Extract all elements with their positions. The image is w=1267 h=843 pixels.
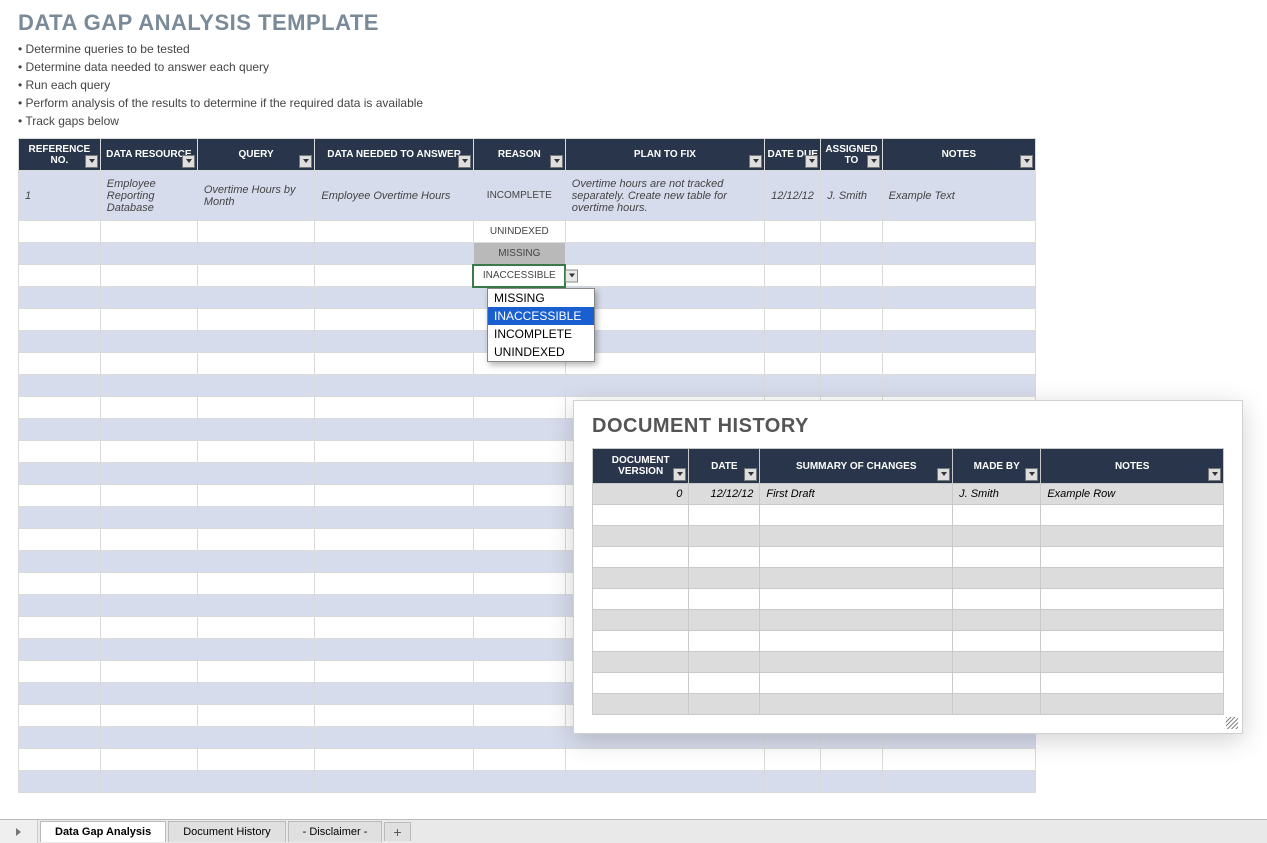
cell-resource[interactable]: Employee Reporting Database — [100, 171, 197, 221]
page-title: DATA GAP ANALYSIS TEMPLATE — [0, 0, 1267, 38]
instructions-list: Determine queries to be tested Determine… — [0, 38, 1267, 138]
cell-query[interactable]: Overtime Hours by Month — [197, 171, 315, 221]
filter-icon[interactable] — [299, 155, 312, 168]
table-row[interactable]: 0 12/12/12 First Draft J. Smith Example … — [593, 484, 1224, 505]
filter-icon[interactable] — [1020, 155, 1033, 168]
dropdown-option[interactable]: INCOMPLETE — [488, 325, 594, 343]
table-row[interactable] — [593, 652, 1224, 673]
bullet-item: Run each query — [18, 76, 1249, 94]
table-row[interactable] — [593, 610, 1224, 631]
tab-disclaimer[interactable]: - Disclaimer - — [288, 821, 383, 842]
filter-icon[interactable] — [937, 468, 950, 481]
cell-notes[interactable]: Example Text — [882, 171, 1035, 221]
header-assigned-to[interactable]: ASSIGNED TO — [821, 139, 882, 171]
history-title: DOCUMENT HISTORY — [592, 415, 1224, 438]
cell-summary[interactable]: First Draft — [760, 484, 953, 505]
cell-plan[interactable]: Overtime hours are not tracked separatel… — [565, 171, 764, 221]
table-row[interactable] — [593, 568, 1224, 589]
bullet-item: Track gaps below — [18, 112, 1249, 130]
cell-date[interactable]: 12/12/12 — [689, 484, 760, 505]
table-row[interactable] — [19, 749, 1036, 771]
reason-dropdown[interactable]: MISSING INACCESSIBLE INCOMPLETE UNINDEXE… — [487, 288, 595, 362]
bullet-item: Determine queries to be tested — [18, 40, 1249, 58]
filter-icon[interactable] — [744, 468, 757, 481]
header-date[interactable]: DATE — [689, 449, 760, 484]
cell-reason-active[interactable]: INACCESSIBLE — [473, 265, 565, 287]
bullet-item: Perform analysis of the results to deter… — [18, 94, 1249, 112]
table-row[interactable] — [19, 771, 1036, 793]
table-row[interactable]: MISSING — [19, 243, 1036, 265]
filter-icon[interactable] — [458, 155, 471, 168]
header-data-needed[interactable]: DATA NEEDED TO ANSWER — [315, 139, 473, 171]
table-row[interactable] — [593, 505, 1224, 526]
sheet-nav-button[interactable] — [0, 820, 38, 843]
table-header-row: REFERENCE NO. DATA RESOURCE QUERY DATA N… — [19, 139, 1036, 171]
cell-notes[interactable]: Example Row — [1041, 484, 1224, 505]
table-row[interactable] — [593, 589, 1224, 610]
header-notes[interactable]: NOTES — [882, 139, 1035, 171]
table-row[interactable]: UNINDEXED — [19, 221, 1036, 243]
table-header-row: DOCUMENT VERSION DATE SUMMARY OF CHANGES… — [593, 449, 1224, 484]
header-made-by[interactable]: MADE BY — [953, 449, 1041, 484]
tab-data-gap-analysis[interactable]: Data Gap Analysis — [40, 821, 166, 842]
add-sheet-button[interactable]: + — [384, 822, 410, 841]
cell-ref[interactable]: 1 — [19, 171, 101, 221]
header-reference-no[interactable]: REFERENCE NO. — [19, 139, 101, 171]
resize-grip-icon[interactable] — [1226, 717, 1238, 729]
cell-reason[interactable]: UNINDEXED — [473, 221, 565, 243]
filter-icon[interactable] — [805, 155, 818, 168]
dropdown-option[interactable]: UNINDEXED — [488, 343, 594, 361]
header-summary[interactable]: SUMMARY OF CHANGES — [760, 449, 953, 484]
filter-icon[interactable] — [1208, 468, 1221, 481]
sheet-tabs-bar: Data Gap Analysis Document History - Dis… — [0, 819, 1267, 843]
table-row[interactable] — [593, 673, 1224, 694]
cell-made-by[interactable]: J. Smith — [953, 484, 1041, 505]
filter-icon[interactable] — [673, 468, 686, 481]
header-notes[interactable]: NOTES — [1041, 449, 1224, 484]
filter-icon[interactable] — [867, 155, 880, 168]
header-query[interactable]: QUERY — [197, 139, 315, 171]
table-row[interactable] — [19, 375, 1036, 397]
dropdown-option[interactable]: MISSING — [488, 289, 594, 307]
header-date-due[interactable]: DATE DUE — [765, 139, 821, 171]
filter-icon[interactable] — [1025, 468, 1038, 481]
table-row[interactable]: INACCESSIBLE — [19, 265, 1036, 287]
filter-icon[interactable] — [550, 155, 563, 168]
bullet-item: Determine data needed to answer each que… — [18, 58, 1249, 76]
filter-icon[interactable] — [182, 155, 195, 168]
header-plan-to-fix[interactable]: PLAN TO FIX — [565, 139, 764, 171]
table-row[interactable] — [593, 631, 1224, 652]
header-document-version[interactable]: DOCUMENT VERSION — [593, 449, 689, 484]
tab-document-history[interactable]: Document History — [168, 821, 285, 842]
table-row[interactable]: 1 Employee Reporting Database Overtime H… — [19, 171, 1036, 221]
cell-assigned[interactable]: J. Smith — [821, 171, 882, 221]
header-reason[interactable]: REASON — [473, 139, 565, 171]
cell-version[interactable]: 0 — [593, 484, 689, 505]
header-data-resource[interactable]: DATA RESOURCE — [100, 139, 197, 171]
filter-icon[interactable] — [749, 155, 762, 168]
dropdown-option-selected[interactable]: INACCESSIBLE — [488, 307, 594, 325]
table-row[interactable] — [593, 526, 1224, 547]
history-table[interactable]: DOCUMENT VERSION DATE SUMMARY OF CHANGES… — [592, 448, 1224, 715]
cell-reason[interactable]: MISSING — [473, 243, 565, 265]
cell-reason[interactable]: INCOMPLETE — [473, 171, 565, 221]
cell-needed[interactable]: Employee Overtime Hours — [315, 171, 473, 221]
document-history-panel[interactable]: DOCUMENT HISTORY DOCUMENT VERSION DATE S… — [573, 400, 1243, 734]
filter-icon[interactable] — [85, 155, 98, 168]
cell-due[interactable]: 12/12/12 — [765, 171, 821, 221]
table-row[interactable] — [593, 694, 1224, 715]
dropdown-arrow-icon[interactable] — [565, 269, 578, 282]
table-row[interactable] — [593, 547, 1224, 568]
